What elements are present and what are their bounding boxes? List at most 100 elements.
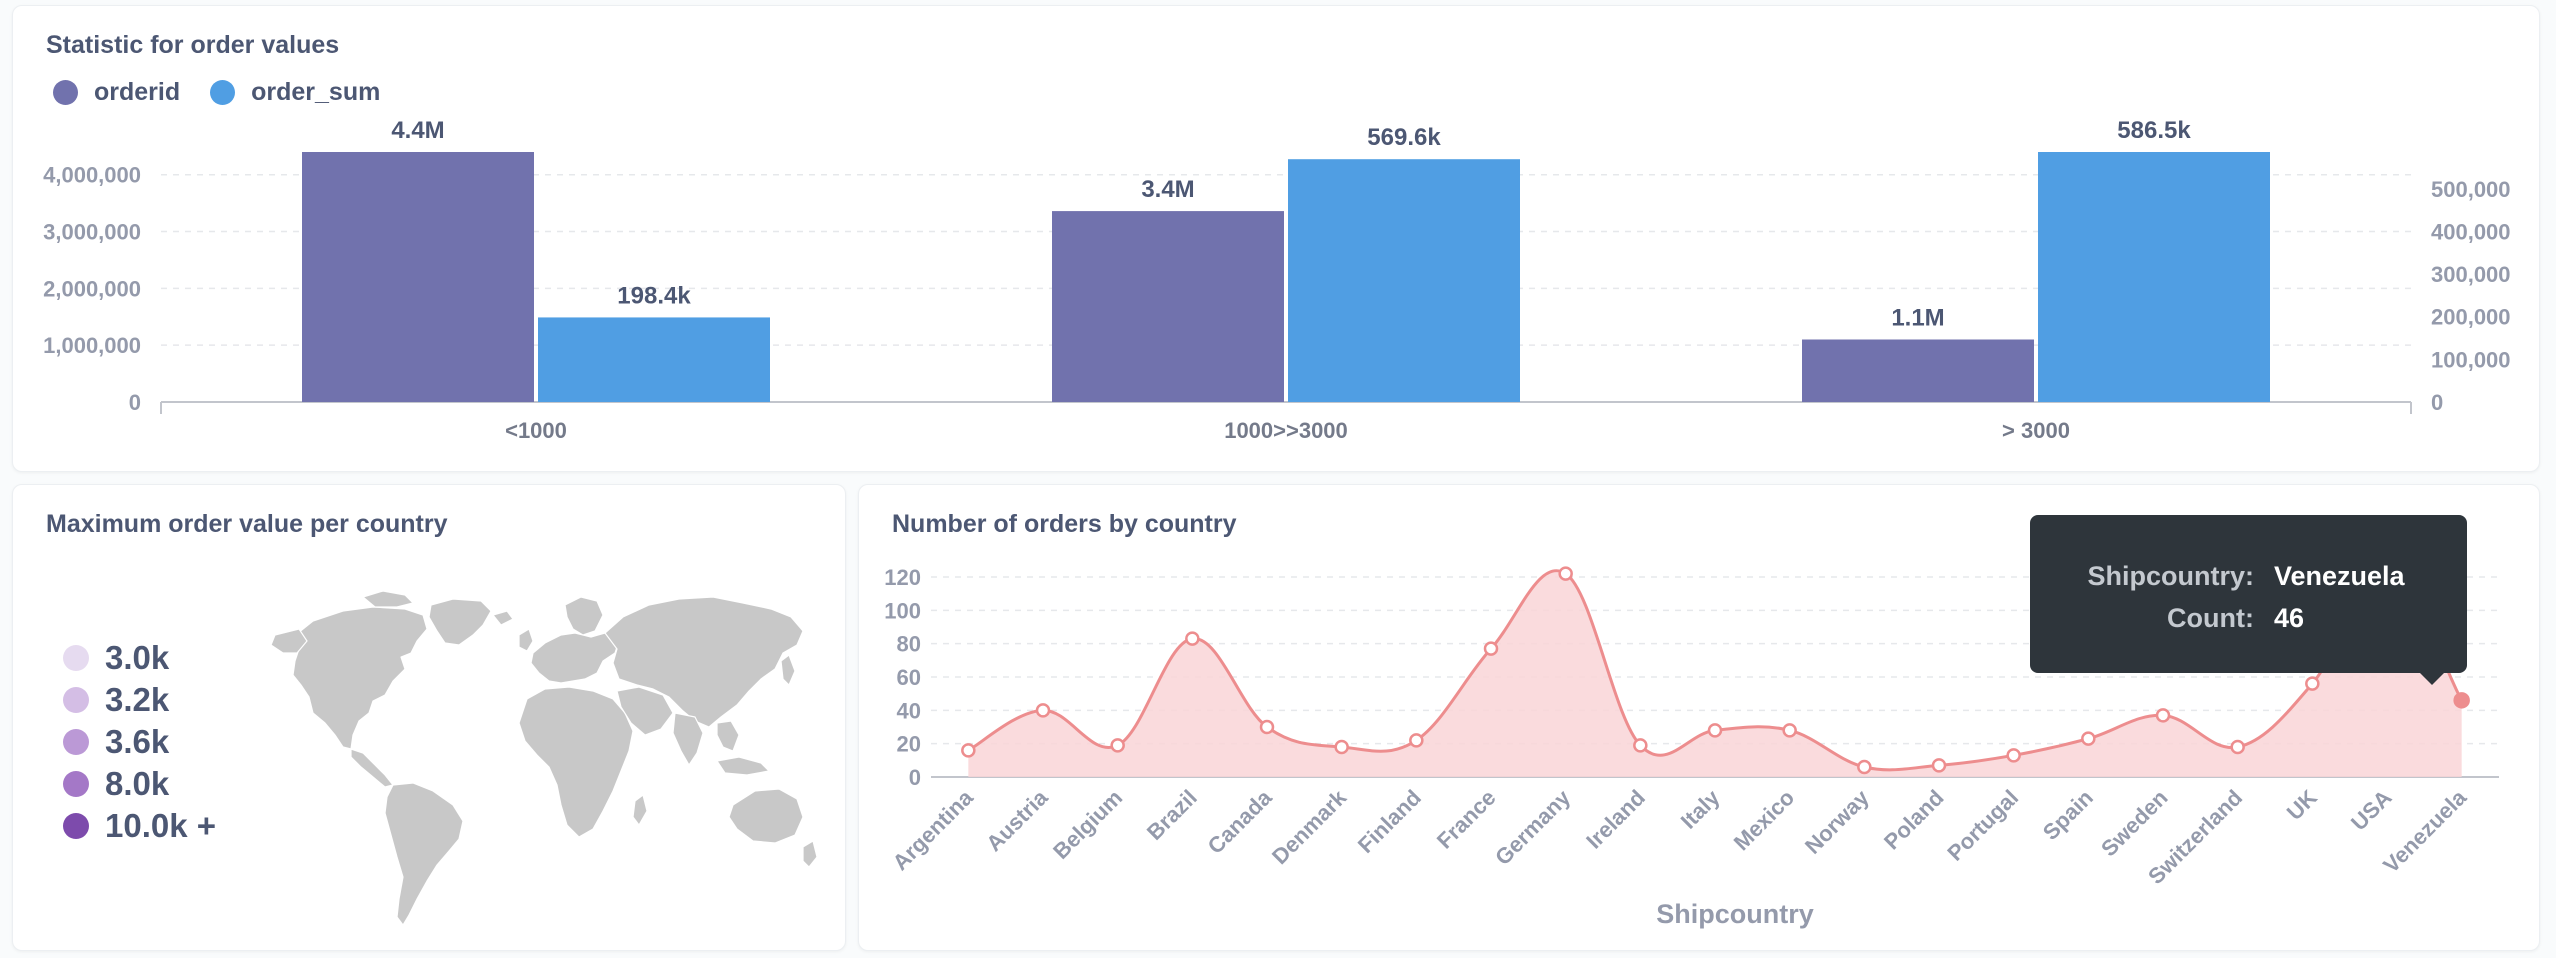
tooltip-arrow	[2418, 671, 2446, 685]
y-right-tick-label: 400,000	[2431, 219, 2511, 244]
map-region-se-asia	[716, 720, 740, 752]
data-point	[1633, 738, 1648, 753]
y-tick-label: 20	[897, 732, 921, 757]
bar-data-label: 1.1M	[1891, 305, 1944, 332]
data-point	[1334, 739, 1349, 755]
x-tick-label: Argentina	[888, 784, 979, 875]
x-tick-label: Mexico	[1729, 785, 1799, 855]
y-tick-label: 120	[884, 565, 921, 590]
y-tick-label: 40	[897, 698, 921, 723]
bar-data-label: 586.5k	[2117, 117, 2191, 144]
data-point	[1483, 641, 1499, 656]
y-left-tick-label: 3,000,000	[43, 220, 141, 245]
x-tick-label: France	[1432, 785, 1501, 854]
y-tick-label: 60	[897, 665, 921, 690]
x-tick-label: Germany	[1490, 784, 1576, 870]
y-tick-label: 100	[884, 598, 921, 623]
data-point	[2155, 708, 2171, 723]
data-point	[1931, 758, 1947, 773]
y-left-tick-label: 0	[129, 390, 141, 415]
data-point	[961, 743, 976, 758]
map-region-australia	[728, 788, 804, 844]
map-region-japan	[780, 654, 796, 686]
tooltip-value-shipcountry: Venezuela	[2274, 561, 2405, 591]
x-tick-label: Belgium	[1048, 785, 1127, 864]
y-tick-label: 80	[897, 632, 921, 657]
data-point	[1409, 733, 1424, 748]
map-region-iceland	[492, 610, 514, 626]
map-region-africa	[518, 686, 634, 838]
orders-by-country-card: Number of orders by country 0 20 40 60 80 100…	[858, 484, 2540, 951]
y-right-tick-label: 0	[2431, 390, 2443, 415]
map-region-south-america	[384, 782, 464, 926]
y-right-tick-label: 300,000	[2431, 262, 2511, 287]
bar-data-label: 4.4M	[391, 117, 444, 144]
x-tick-label: Italy	[1676, 784, 1725, 833]
data-point	[1857, 759, 1872, 775]
data-point	[1035, 703, 1051, 718]
data-point	[1110, 738, 1125, 753]
y-left-tick-label: 4,000,000	[43, 163, 141, 188]
x-tick-label: USA	[2346, 785, 2397, 836]
map-region-north-america	[292, 606, 428, 750]
x-tick-label: Finland	[1353, 785, 1426, 858]
data-point	[1185, 631, 1200, 646]
data-point	[2453, 692, 2470, 709]
y-right-tick-label: 200,000	[2431, 305, 2511, 330]
y-tick-label: 0	[909, 765, 921, 790]
bar-orderid	[302, 152, 534, 402]
bar-chart: 0 1,000,000 2,000,000 3,000,000 4,000,000 0 10…	[43, 117, 2511, 443]
max-order-map-card: Maximum order value per country 3.0k 3.2…	[12, 484, 846, 951]
tooltip-value-count: 46	[2274, 603, 2305, 633]
x-tick-label: Canada	[1203, 784, 1277, 858]
bar-data-label: 198.4k	[617, 282, 691, 309]
tooltip-key-count: Count:	[2167, 603, 2254, 633]
x-tick-label: > 3000	[2002, 418, 2070, 443]
tooltip-key-shipcountry: Shipcountry:	[2087, 561, 2255, 591]
map-region-scandinavia	[564, 596, 604, 636]
y-left-tick-label: 1,000,000	[43, 333, 141, 358]
data-point	[2230, 739, 2245, 755]
map-region-central-america	[350, 748, 394, 788]
map-region-new-zealand	[802, 840, 818, 868]
data-point	[2305, 676, 2320, 691]
bar-order_sum	[2038, 152, 2270, 402]
x-tick-label: UK	[2282, 785, 2322, 825]
data-point	[1707, 723, 1723, 738]
map-region-indonesia	[716, 756, 770, 776]
map-region-canada-islands	[362, 590, 414, 608]
data-point	[2081, 731, 2096, 746]
x-axis-label: Shipcountry	[1656, 899, 1814, 929]
y-right-tick-label: 500,000	[2431, 177, 2511, 202]
y-left-tick-label: 2,000,000	[43, 276, 141, 301]
map-region-uk	[518, 628, 534, 652]
bar-order_sum	[1288, 159, 1520, 402]
y-right-tick-label: 100,000	[2431, 347, 2511, 372]
x-tick-label: Brazil	[1142, 785, 1202, 845]
x-tick-label: Austria	[981, 784, 1053, 856]
data-point	[1782, 723, 1797, 738]
bar-orderid	[1052, 211, 1284, 402]
x-tick-label: 1000>>3000	[1224, 418, 1348, 443]
map-region-europe	[530, 632, 620, 684]
x-tick-label: Portugal	[1942, 785, 2023, 866]
chart-tooltip: Shipcountry: Venezuela Count: 46	[2030, 515, 2467, 685]
bar-orderid	[1802, 339, 2034, 402]
data-point	[1558, 566, 1573, 581]
x-tick-label: Denmark	[1267, 784, 1352, 869]
world-map[interactable]	[13, 485, 846, 951]
data-point	[2006, 748, 2021, 763]
x-tick-label: Poland	[1879, 785, 1949, 855]
data-point	[1259, 719, 1275, 735]
order-values-card: Statistic for order values orderid order…	[12, 5, 2540, 472]
x-tick-label: Ireland	[1581, 785, 1650, 854]
bar-data-label: 3.4M	[1141, 176, 1194, 203]
x-tick-label: Sweden	[2096, 785, 2172, 861]
x-tick-label: Spain	[2038, 785, 2098, 845]
x-tick-label: <1000	[505, 418, 567, 443]
x-tick-label: Norway	[1800, 784, 1874, 858]
map-region-greenland	[428, 598, 492, 646]
map-region-madagascar	[632, 794, 648, 826]
bar-data-label: 569.6k	[1367, 124, 1441, 151]
bar-order_sum	[538, 317, 770, 402]
